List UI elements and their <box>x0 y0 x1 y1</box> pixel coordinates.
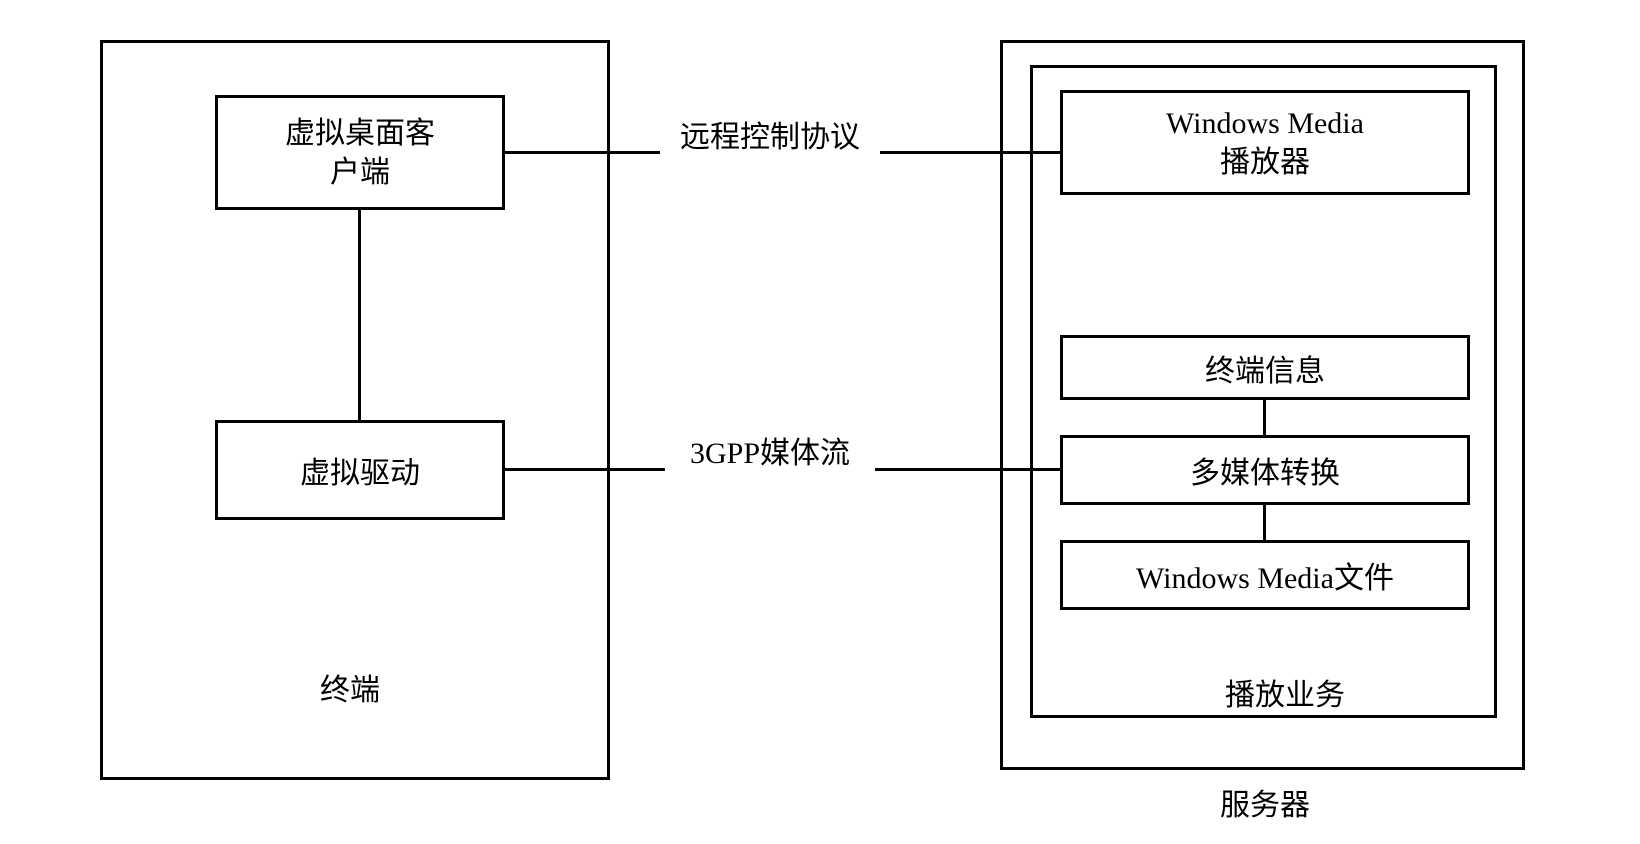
multimedia-conversion-text: 多媒体转换 <box>1190 448 1340 492</box>
gpp-media-stream-label: 3GPP媒体流 <box>665 428 875 472</box>
terminal-info-text: 终端信息 <box>1205 346 1325 390</box>
windows-media-player-box: Windows Media 播放器 <box>1060 90 1470 195</box>
server-label: 服务器 <box>1215 780 1315 824</box>
ti-mc-connector <box>1263 400 1266 435</box>
terminal-info-box: 终端信息 <box>1060 335 1470 400</box>
terminal-label: 终端 <box>310 665 390 709</box>
windows-media-file-box: Windows Media文件 <box>1060 540 1470 610</box>
windows-media-file-text: Windows Media文件 <box>1136 553 1394 597</box>
virtual-desktop-client-text: 虚拟桌面客 户端 <box>285 114 435 192</box>
vdc-vd-connector <box>358 210 361 420</box>
mc-wmf-connector <box>1263 505 1266 540</box>
windows-media-player-text: Windows Media 播放器 <box>1166 104 1364 182</box>
playback-service-label: 播放业务 <box>1210 670 1360 714</box>
virtual-driver-text: 虚拟驱动 <box>300 448 420 492</box>
virtual-driver-box: 虚拟驱动 <box>215 420 505 520</box>
diagram-container: 终端 虚拟桌面客 户端 虚拟驱动 服务器 播放业务 Windows Media … <box>100 40 1540 810</box>
remote-control-protocol-label: 远程控制协议 <box>660 112 880 156</box>
multimedia-conversion-box: 多媒体转换 <box>1060 435 1470 505</box>
virtual-desktop-client-box: 虚拟桌面客 户端 <box>215 95 505 210</box>
